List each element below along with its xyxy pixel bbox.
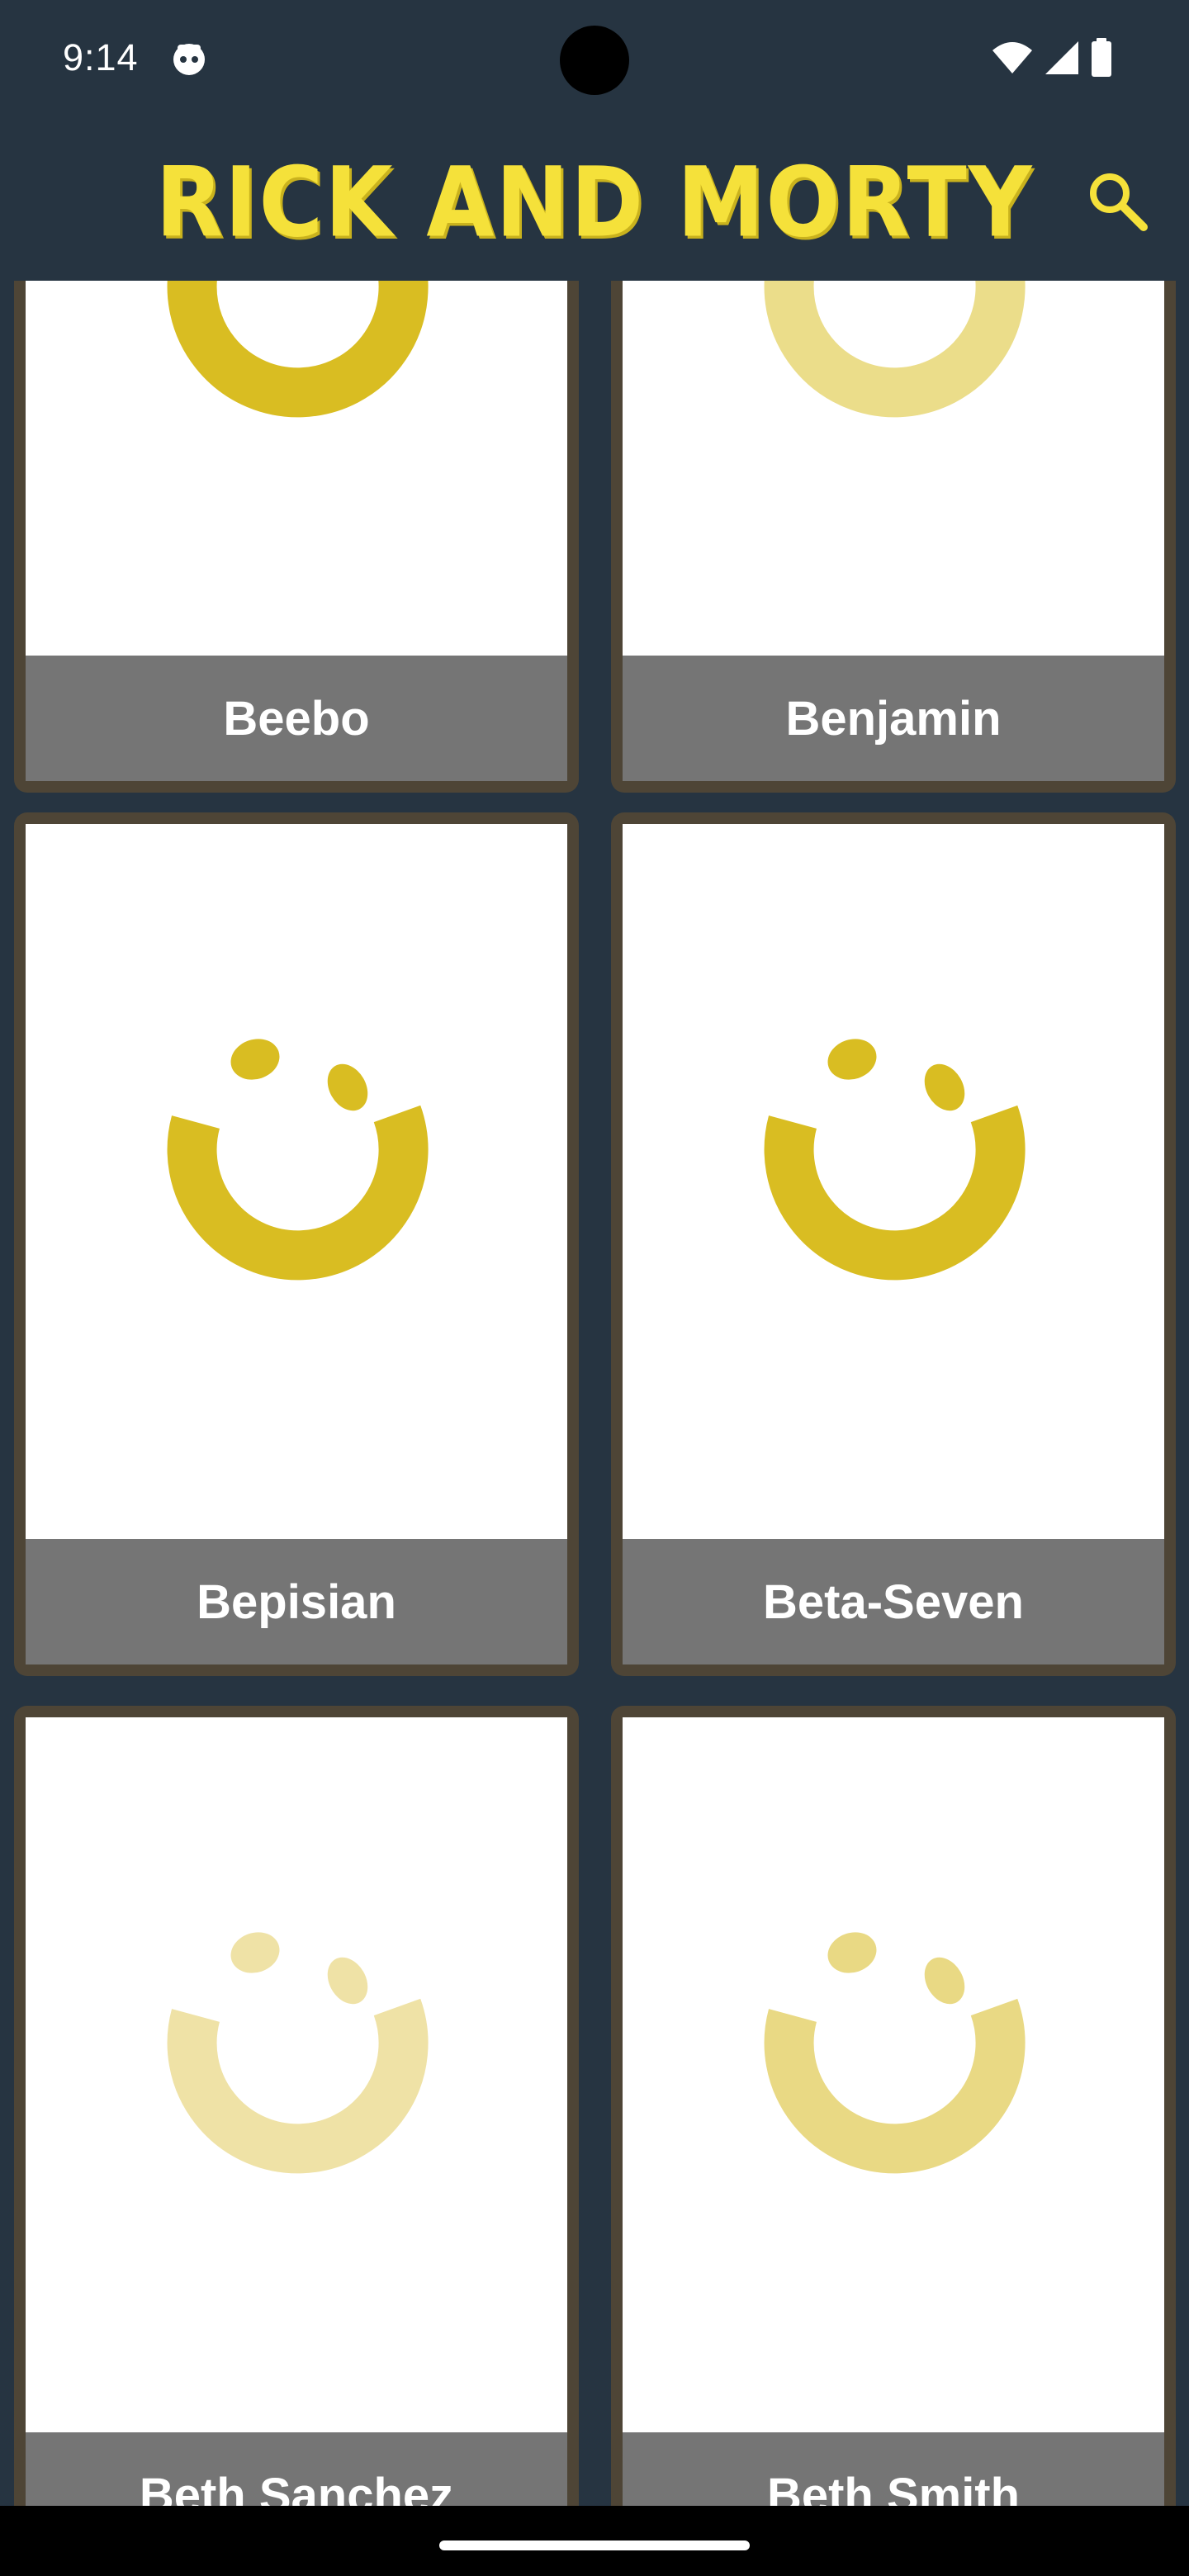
face-icon [170, 40, 208, 78]
app-title: RICK AND MORTY [0, 124, 1189, 281]
character-grid[interactable]: Beebo Benjamin Bepisian Beta-Seven Beth … [0, 281, 1189, 2506]
character-card[interactable]: Benjamin [611, 281, 1176, 793]
character-card[interactable]: Beta-Seven [611, 812, 1176, 1676]
character-card[interactable]: Beth Sanchez [14, 1706, 579, 2506]
character-image [26, 824, 567, 1539]
wifi-icon [991, 40, 1034, 79]
app-bar: RICK AND MORTY [0, 124, 1189, 281]
character-name: Beth Smith [623, 2432, 1164, 2506]
character-image [26, 1717, 567, 2432]
loading-spinner-icon [123, 1006, 470, 1357]
cellular-signal-icon [1044, 40, 1080, 80]
battery-icon [1090, 37, 1113, 82]
character-name: Beebo [26, 656, 567, 781]
home-gesture-handle[interactable] [439, 2540, 750, 2550]
search-button[interactable] [1073, 159, 1161, 246]
character-name: Beth Sanchez [26, 2432, 567, 2506]
loading-spinner-icon [720, 1006, 1067, 1357]
app-title-text: RICK AND MORTY [155, 146, 1034, 258]
loading-spinner-icon [123, 281, 470, 495]
character-image [623, 281, 1164, 656]
loading-spinner-icon [720, 1900, 1067, 2251]
status-bar: 9:14 [0, 0, 1189, 124]
character-card[interactable]: Beebo [14, 281, 579, 793]
character-card[interactable]: Beth Smith [611, 1706, 1176, 2506]
search-icon [1084, 168, 1150, 238]
character-image [623, 1717, 1164, 2432]
navigation-bar [0, 2506, 1189, 2576]
character-name: Bepisian [26, 1539, 567, 1664]
character-name: Benjamin [623, 656, 1164, 781]
loading-spinner-icon [123, 1900, 470, 2251]
loading-spinner-icon [720, 281, 1067, 495]
character-name: Beta-Seven [623, 1539, 1164, 1664]
status-time: 9:14 [63, 36, 139, 78]
status-icons [991, 37, 1113, 82]
character-image [623, 824, 1164, 1539]
character-card[interactable]: Bepisian [14, 812, 579, 1676]
camera-cutout [560, 26, 629, 95]
character-image [26, 281, 567, 656]
